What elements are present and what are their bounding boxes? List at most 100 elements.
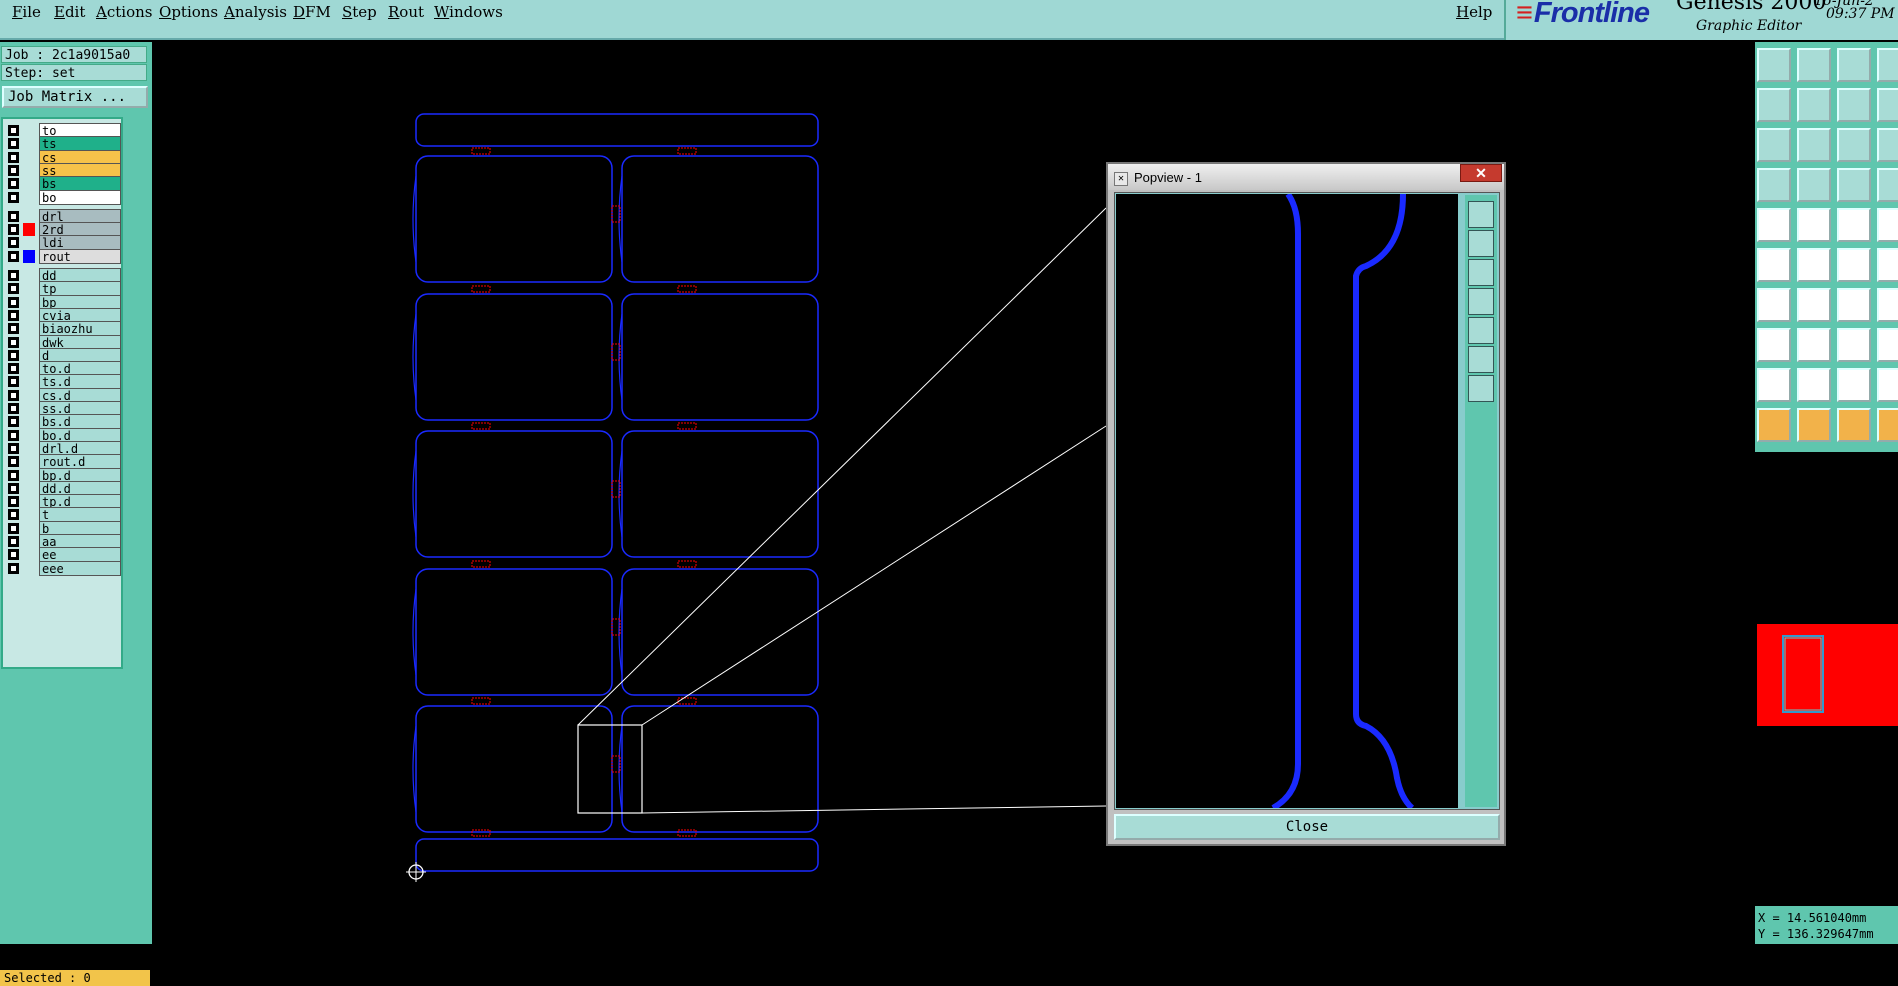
menu-file[interactable]: File <box>12 3 41 21</box>
pan-right-icon[interactable] <box>1468 317 1494 344</box>
fit-screen-icon[interactable] <box>1757 128 1791 162</box>
popview-canvas[interactable] <box>1116 194 1458 808</box>
menu-actions[interactable]: Actions <box>96 3 152 21</box>
layer-row-eee[interactable]: eee <box>3 560 121 576</box>
layer-checkbox[interactable] <box>8 456 19 468</box>
page-down-icon[interactable] <box>1797 48 1831 82</box>
help-icon[interactable] <box>1877 48 1898 82</box>
layer-checkbox[interactable] <box>8 283 19 295</box>
layer-checkbox[interactable] <box>8 224 19 236</box>
layer-checkbox[interactable] <box>8 210 19 222</box>
menu-analysis[interactable]: Analysis <box>224 3 287 21</box>
triangle-select-icon[interactable] <box>1797 368 1831 402</box>
pan-down-icon[interactable] <box>1468 259 1494 286</box>
slope-icon[interactable] <box>1797 288 1831 322</box>
menu-help[interactable]: Help <box>1456 3 1492 21</box>
arrow-icon[interactable] <box>1877 248 1898 282</box>
graphic-canvas[interactable] <box>152 42 1755 944</box>
layer-checkbox[interactable] <box>8 164 19 176</box>
menu-rout[interactable]: Rout <box>388 3 424 21</box>
circle-icon[interactable] <box>1877 208 1898 242</box>
arc-icon[interactable] <box>1837 288 1871 322</box>
layer-checkbox[interactable] <box>8 549 19 561</box>
layer-checkbox[interactable] <box>8 429 19 441</box>
menu-windows[interactable]: Windows <box>434 3 503 21</box>
layer-row-rout[interactable]: rout <box>3 248 121 264</box>
layer-checkbox[interactable] <box>8 178 19 190</box>
layer-checkbox[interactable] <box>8 376 19 388</box>
line-icon[interactable] <box>1757 288 1791 322</box>
layer-name[interactable]: bo <box>39 189 121 205</box>
pointer-box-icon[interactable] <box>1797 408 1831 442</box>
layer-checkbox[interactable] <box>8 250 19 262</box>
select-window-icon[interactable] <box>1797 208 1831 242</box>
zoom-in-icon[interactable] <box>1468 346 1494 373</box>
layer-checkbox[interactable] <box>8 125 19 136</box>
layer-checkbox[interactable] <box>8 389 19 401</box>
job-matrix-button[interactable]: Job Matrix ... <box>2 86 148 108</box>
segment-icon[interactable] <box>1797 328 1831 362</box>
layer-name[interactable]: rout <box>39 248 121 264</box>
pad-icon[interactable] <box>1757 328 1791 362</box>
layer-checkbox[interactable] <box>8 522 19 534</box>
layer-checkbox[interactable] <box>8 509 19 521</box>
layer-name[interactable]: eee <box>39 560 121 576</box>
snap-icon[interactable] <box>1757 208 1791 242</box>
menu-options[interactable]: Options <box>159 3 218 21</box>
pan-up-icon[interactable] <box>1468 230 1494 257</box>
layer-checkbox[interactable] <box>8 151 19 163</box>
layer-checkbox[interactable] <box>8 363 19 375</box>
swap-icon[interactable] <box>1877 288 1898 322</box>
move-right-icon[interactable] <box>1797 88 1831 122</box>
layer-checkbox[interactable] <box>8 349 19 361</box>
menu-step[interactable]: Step <box>342 3 377 21</box>
layer-checkbox[interactable] <box>8 270 19 281</box>
pointer-circle-icon[interactable] <box>1837 408 1871 442</box>
layer-checkbox[interactable] <box>8 482 19 494</box>
popview-titlebar[interactable]: ✕ Popview - 1 ✕ <box>1108 164 1504 190</box>
layer-checkbox[interactable] <box>8 309 19 321</box>
layer-checkbox[interactable] <box>8 323 19 335</box>
pan-left-icon[interactable] <box>1468 288 1494 315</box>
menu-edit[interactable]: Edit <box>54 3 85 21</box>
home-icon[interactable] <box>1837 48 1871 82</box>
query-icon[interactable] <box>1877 128 1898 162</box>
layer-row-bo[interactable]: bo <box>3 189 121 205</box>
rotate-icon[interactable] <box>1837 88 1871 122</box>
layer-checkbox[interactable] <box>8 416 19 428</box>
mini-view[interactable] <box>1757 624 1898 726</box>
measure-icon[interactable] <box>1757 168 1791 202</box>
layer-checkbox[interactable] <box>8 536 19 547</box>
page-up-icon[interactable] <box>1757 48 1791 82</box>
layer-checkbox[interactable] <box>8 496 19 508</box>
probe-icon[interactable] <box>1797 168 1831 202</box>
layer-checkbox[interactable] <box>8 403 19 414</box>
menu-dfm[interactable]: DFM <box>293 3 331 21</box>
triangle-edit-icon[interactable] <box>1877 368 1898 402</box>
connect-icon[interactable] <box>1837 248 1871 282</box>
highlight-icon[interactable] <box>1877 168 1898 202</box>
cross-icon[interactable] <box>1797 248 1831 282</box>
zoom-out-icon[interactable] <box>1468 375 1494 402</box>
layer-icon[interactable] <box>1877 328 1898 362</box>
layer-checkbox[interactable] <box>8 336 19 348</box>
layer-checkbox[interactable] <box>8 562 19 574</box>
triangle-icon[interactable] <box>1757 368 1791 402</box>
layer-checkbox[interactable] <box>8 442 19 454</box>
fit-icon[interactable] <box>1468 201 1494 228</box>
dimension-icon[interactable] <box>1837 328 1871 362</box>
layer-checkbox[interactable] <box>8 138 19 150</box>
pointer-icon[interactable] <box>1757 408 1791 442</box>
net-icon[interactable] <box>1837 168 1871 202</box>
node-icon[interactable] <box>1757 248 1791 282</box>
layer-checkbox[interactable] <box>8 191 19 203</box>
popview-close-button[interactable]: Close <box>1114 814 1500 840</box>
ruler-icon[interactable] <box>1837 208 1871 242</box>
pointer-step-icon[interactable] <box>1877 408 1898 442</box>
ratio-icon[interactable] <box>1837 128 1871 162</box>
layer-checkbox[interactable] <box>8 469 19 481</box>
triangle-frame-icon[interactable] <box>1837 368 1871 402</box>
zoom-icon[interactable] <box>1877 88 1898 122</box>
move-left-icon[interactable] <box>1757 88 1791 122</box>
close-icon[interactable]: ✕ <box>1460 164 1502 182</box>
